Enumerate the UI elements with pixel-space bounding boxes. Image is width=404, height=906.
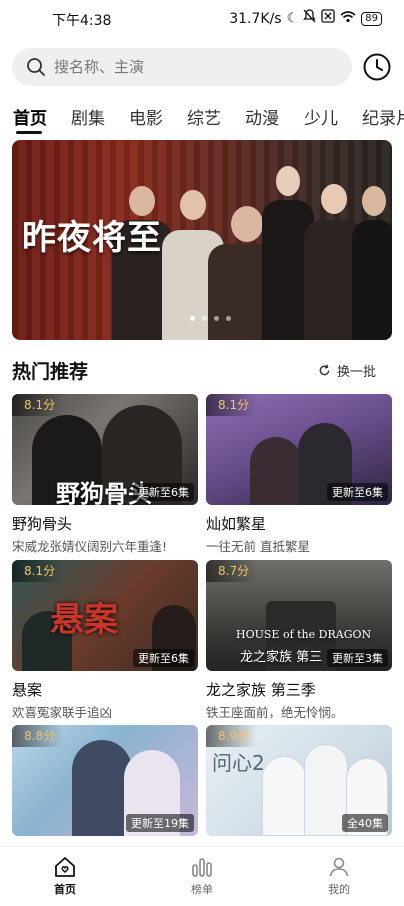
banner-title: 昨夜将至 <box>22 218 162 258</box>
carousel-dots <box>190 316 231 321</box>
tab-series[interactable]: 剧集 <box>71 104 105 129</box>
poster[interactable]: 8.9分 问心2 全40集 <box>206 725 392 836</box>
show-card[interactable]: 8.1分 悬案 更新至6集 悬案 欢喜冤家联手追凶 <box>12 560 198 721</box>
section-title: 热门推荐 <box>12 361 89 383</box>
poster[interactable]: 8.1分 野狗骨头 更新至6集 <box>12 394 198 505</box>
nav-label-rankings: 榜单 <box>191 883 213 896</box>
hero-banner[interactable]: 昨夜将至 <box>12 140 392 340</box>
nav-label-home: 首页 <box>54 883 76 896</box>
episode-badge: 更新至3集 <box>327 649 388 667</box>
category-tabs: 首页 剧集 电影 综艺 动漫 少儿 纪录片 <box>0 100 404 136</box>
search-bar[interactable] <box>12 48 352 86</box>
show-description: 宋威龙张婧仪阔别六年重逢! <box>12 539 168 554</box>
status-bar: 下午4:38 31.7K/s ☾ 89 <box>0 0 404 38</box>
rating-badge: 8.1分 <box>206 394 258 416</box>
poster[interactable]: 8.8分 更新至19集 <box>12 725 198 836</box>
show-card[interactable]: 8.9分 问心2 全40集 <box>206 725 392 836</box>
show-description: 一往无前 直抵繁星 <box>206 539 310 554</box>
tab-anime[interactable]: 动漫 <box>245 104 279 129</box>
rating-badge: 8.1分 <box>12 560 64 582</box>
home-icon <box>55 857 75 877</box>
show-card[interactable]: 8.1分 更新至6集 灿如繁星 一往无前 直抵繁星 <box>206 394 392 555</box>
rating-badge: 8.7分 <box>206 560 258 582</box>
show-card[interactable]: 8.7分 HOUSE of the DRAGON 龙之家族 第三 更新至3集 龙… <box>206 560 392 721</box>
poster-caption-cn: 龙之家族 第三 <box>240 650 323 665</box>
episode-badge: 更新至6集 <box>327 483 388 501</box>
poster-caption: 问心2 <box>212 751 265 775</box>
rating-badge: 8.8分 <box>12 725 64 747</box>
sim-off-icon <box>321 9 335 28</box>
search-input[interactable] <box>54 58 314 76</box>
show-description: 铁王座面前，绝无怜悯。 <box>206 705 344 720</box>
nav-home[interactable]: 首页 <box>35 855 95 897</box>
poster[interactable]: 8.7分 HOUSE of the DRAGON 龙之家族 第三 更新至3集 <box>206 560 392 671</box>
show-title[interactable]: 野狗骨头 <box>12 513 198 534</box>
episode-badge: 更新至6集 <box>133 649 194 667</box>
carousel-dot[interactable] <box>226 316 231 321</box>
show-title[interactable]: 灿如繁星 <box>206 513 392 534</box>
net-speed: 31.7K/s <box>229 10 282 27</box>
nav-rankings[interactable]: 榜单 <box>172 855 232 897</box>
chart-icon <box>192 858 212 877</box>
bottom-nav: 首页 榜单 我的 <box>0 846 404 906</box>
show-title[interactable]: 龙之家族 第三季 <box>206 679 392 700</box>
show-card[interactable]: 8.1分 野狗骨头 更新至6集 野狗骨头 宋威龙张婧仪阔别六年重逢! <box>12 394 198 555</box>
rating-badge: 8.9分 <box>206 725 258 747</box>
episode-badge: 更新至6集 <box>133 483 194 501</box>
active-tab-indicator <box>16 131 42 134</box>
carousel-dot[interactable] <box>214 316 219 321</box>
poster[interactable]: 8.1分 更新至6集 <box>206 394 392 505</box>
tab-variety[interactable]: 综艺 <box>187 104 221 129</box>
status-icons: 31.7K/s ☾ 89 <box>229 9 382 28</box>
profile-icon <box>329 857 349 877</box>
nav-profile[interactable]: 我的 <box>309 855 369 897</box>
banner-figure <box>352 186 392 340</box>
refresh-label: 换一批 <box>337 365 377 380</box>
poster-caption: 悬案 <box>50 600 118 640</box>
history-clock-icon[interactable] <box>362 52 392 82</box>
carousel-dot[interactable] <box>190 316 195 321</box>
refresh-icon <box>319 364 330 376</box>
nav-label-profile: 我的 <box>328 883 350 896</box>
episode-badge: 更新至19集 <box>126 814 194 832</box>
rating-badge: 8.1分 <box>12 394 64 416</box>
battery-icon: 89 <box>361 11 382 26</box>
carousel-dot[interactable] <box>202 316 207 321</box>
tab-documentary[interactable]: 纪录片 <box>362 104 404 129</box>
show-card[interactable]: 8.8分 更新至19集 <box>12 725 198 836</box>
episode-badge: 全40集 <box>342 814 388 832</box>
poster[interactable]: 8.1分 悬案 更新至6集 <box>12 560 198 671</box>
status-time: 下午4:38 <box>52 13 112 29</box>
tab-movies[interactable]: 电影 <box>129 104 163 129</box>
tab-home[interactable]: 首页 <box>13 104 47 129</box>
refresh-button[interactable]: 换一批 <box>318 361 376 380</box>
search-icon <box>27 58 45 76</box>
tab-kids[interactable]: 少儿 <box>304 104 338 129</box>
show-title[interactable]: 悬案 <box>12 679 198 700</box>
poster-caption: HOUSE of the DRAGON <box>236 628 372 641</box>
mute-icon <box>303 9 317 28</box>
moon-icon: ☾ <box>286 10 299 26</box>
wifi-icon <box>340 10 356 28</box>
show-description: 欢喜冤家联手追凶 <box>12 705 113 720</box>
